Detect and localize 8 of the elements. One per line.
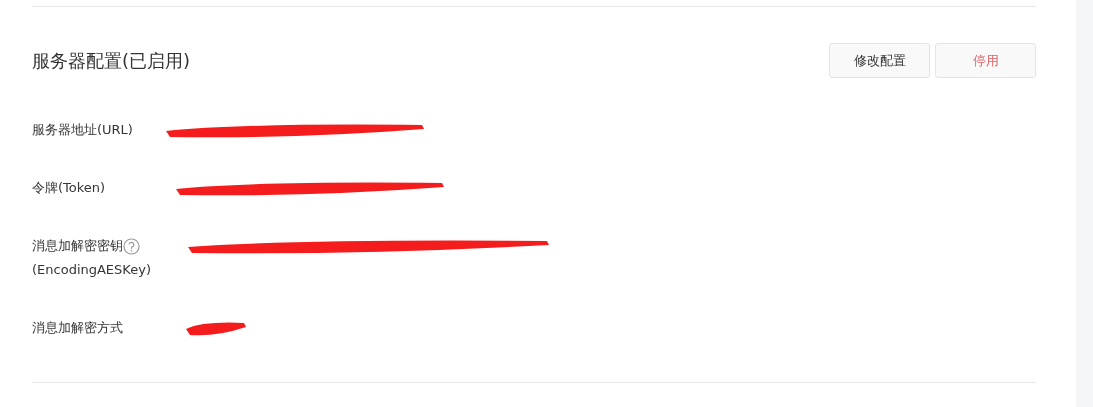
field-label: 消息加解密方式: [32, 319, 123, 337]
field-label: 令牌(Token): [32, 179, 106, 197]
section-title: 服务器配置(已启用): [32, 48, 191, 73]
edit-config-button[interactable]: 修改配置: [829, 43, 930, 78]
field-label: 服务器地址(URL): [32, 121, 133, 139]
field-label: 消息加解密密钥: [32, 237, 123, 255]
field-sublabel: (EncodingAESKey): [32, 261, 152, 279]
help-icon[interactable]: [123, 237, 140, 255]
